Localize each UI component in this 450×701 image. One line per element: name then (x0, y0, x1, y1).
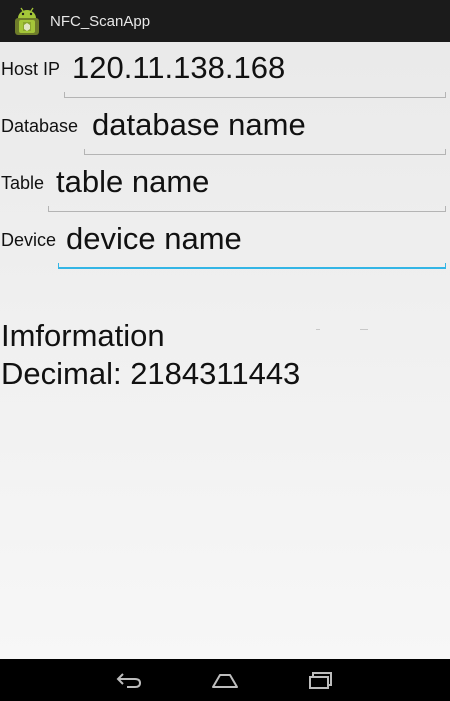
table-row: Table (0, 156, 450, 212)
home-icon[interactable] (177, 659, 273, 701)
database-field[interactable] (86, 103, 446, 155)
speck (316, 329, 320, 330)
database-underline (84, 149, 446, 155)
database-row: Database (0, 99, 450, 155)
host-ip-field[interactable] (66, 46, 446, 98)
table-label: Table (1, 173, 45, 193)
database-label: Database (1, 116, 79, 136)
recent-apps-icon[interactable] (273, 659, 369, 701)
speck (360, 329, 368, 330)
host-ip-row: Host IP (0, 42, 450, 98)
device-row: Device (0, 213, 450, 269)
information-panel: Imformation Decimal: 2184311443 (1, 317, 300, 393)
content-area: Host IP Database Table Device Imformatio… (0, 42, 450, 659)
device-label: Device (1, 230, 57, 250)
host-ip-underline (64, 92, 446, 98)
action-bar: NFC_ScanApp (0, 0, 450, 42)
app-title: NFC_ScanApp (50, 12, 151, 30)
device-underline (58, 263, 446, 269)
decimal-value: Decimal: 2184311443 (1, 356, 301, 391)
navigation-bar (0, 659, 450, 701)
table-underline (48, 206, 446, 212)
host-ip-label: Host IP (1, 59, 61, 79)
device-field[interactable] (60, 217, 446, 269)
table-field[interactable] (50, 160, 446, 212)
android-robot-icon[interactable] (12, 6, 42, 36)
information-heading: Imformation (1, 318, 165, 353)
back-icon[interactable] (81, 659, 177, 701)
